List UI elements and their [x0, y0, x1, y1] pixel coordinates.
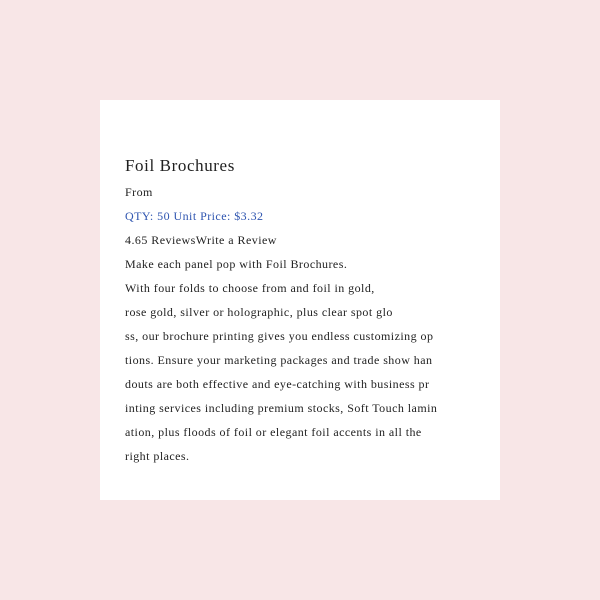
description-line: inting services including premium stocks…	[125, 401, 438, 415]
description-line: right places.	[125, 449, 190, 463]
write-review-link[interactable]: Write a Review	[196, 233, 277, 247]
rating-value: 4.65	[125, 233, 148, 247]
reviews-row: 4.65 ReviewsWrite a Review	[125, 232, 277, 248]
reviews-link[interactable]: Reviews	[148, 233, 196, 247]
description-line: Make each panel pop with Foil Brochures.	[125, 257, 348, 271]
price-text: QTY: 50 Unit Price: $3.32	[125, 209, 264, 223]
description-line: rose gold, silver or holographic, plus c…	[125, 305, 393, 319]
description-line: ation, plus floods of foil or elegant fo…	[125, 425, 422, 439]
product-title: Foil Brochures	[125, 156, 235, 175]
description-line: ss, our brochure printing gives you endl…	[125, 329, 434, 343]
description-line: douts are both effective and eye-catchin…	[125, 377, 430, 391]
from-label: From	[125, 185, 153, 199]
description-line: tions. Ensure your marketing packages an…	[125, 353, 433, 367]
product-card: Foil Brochures From QTY: 50 Unit Price: …	[100, 100, 500, 500]
description-line: With four folds to choose from and foil …	[125, 281, 375, 295]
